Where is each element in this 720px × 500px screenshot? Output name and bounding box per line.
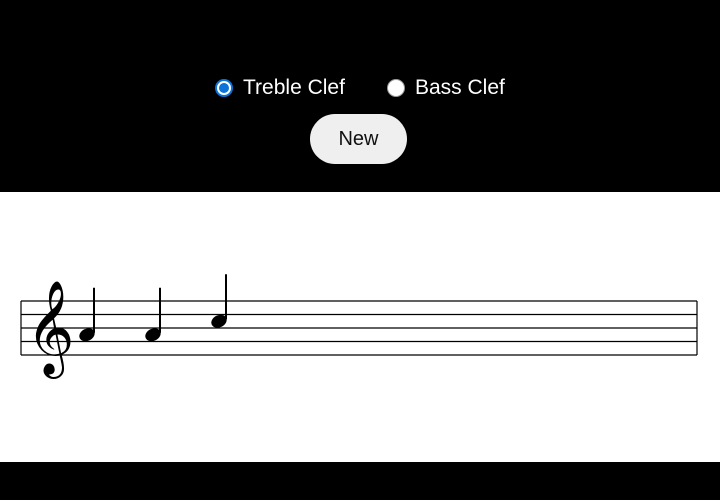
treble-clef-option[interactable]: Treble Clef (215, 72, 345, 104)
clef-selector: Treble Clef Bass Clef (0, 72, 720, 104)
treble-clef-label: Treble Clef (243, 76, 345, 99)
control-panel: Treble Clef Bass Clef New (0, 0, 720, 192)
bass-clef-radio[interactable] (387, 79, 405, 97)
treble-clef-radio[interactable] (215, 79, 233, 97)
quarter-note (211, 274, 227, 328)
bass-clef-label: Bass Clef (415, 76, 505, 99)
staff-area: 𝄞 (0, 192, 720, 462)
quarter-note (145, 287, 161, 342)
notes-layer (79, 274, 227, 342)
staff-lines (20, 300, 698, 356)
quarter-note (79, 287, 95, 342)
bottom-bar (0, 462, 720, 500)
bass-clef-option[interactable]: Bass Clef (387, 72, 505, 104)
treble-clef-icon: 𝄞 (26, 280, 74, 379)
music-staff: 𝄞 (20, 274, 698, 379)
new-button[interactable]: New (310, 114, 407, 164)
